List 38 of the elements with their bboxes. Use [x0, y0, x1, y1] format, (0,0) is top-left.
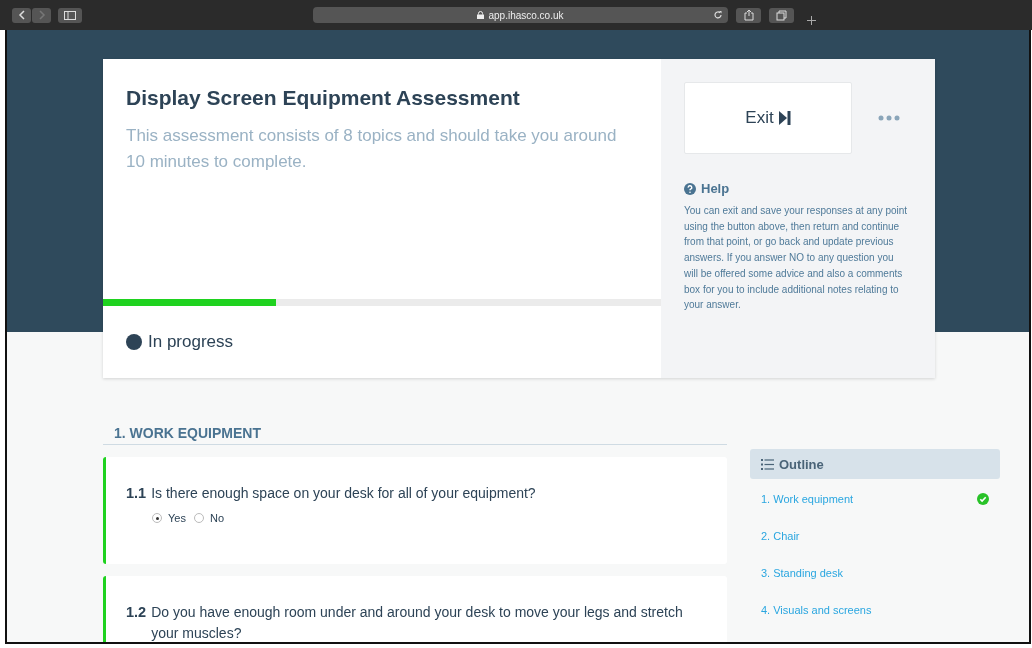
outline-link[interactable]: 4. Visuals and screens — [761, 604, 872, 616]
sidebar-button[interactable] — [58, 7, 82, 23]
share-icon — [743, 9, 754, 21]
back-button[interactable] — [12, 7, 31, 23]
option-label: Yes — [168, 512, 186, 524]
assessment-description: This assessment consists of 8 topics and should take you around 10 minutes to complete. — [126, 125, 618, 173]
help-text: You can exit and save your responses at any point using the button above, then return and continue from that point, or go back and update previous answers. If you answer NO to any question you will be offered some advice and also a comments box for you to include additional notes relating to your answer. — [684, 204, 908, 313]
chevron-left-icon — [17, 10, 26, 20]
reload-icon[interactable] — [713, 10, 723, 20]
option-label: No — [209, 512, 224, 524]
chevron-right-icon — [37, 10, 46, 20]
question-number: 1.2 — [126, 603, 147, 622]
skip-end-icon — [778, 111, 791, 125]
address-bar[interactable]: app.ihasco.co.uk — [313, 7, 728, 23]
radio-button[interactable] — [193, 513, 204, 523]
radio-button[interactable] — [152, 513, 162, 523]
outline-link[interactable]: 3. Standing desk — [761, 567, 843, 579]
list-icon — [761, 458, 774, 470]
sidebar-icon — [64, 10, 76, 20]
outline-link[interactable]: 1. Work equipment — [761, 493, 854, 505]
new-tab-icon[interactable] — [807, 15, 816, 25]
lock-icon — [477, 11, 485, 19]
section-heading: 1. WORK EQUIPMENT — [103, 425, 727, 445]
outline-title: Outline — [779, 456, 824, 472]
question-number: 1.1 — [126, 484, 147, 503]
help-icon — [684, 182, 696, 195]
exit-button[interactable]: Exit — [684, 82, 852, 154]
tabs-button[interactable] — [769, 7, 794, 23]
address-text: app.ihasco.co.uk — [488, 9, 564, 21]
outline-link[interactable]: 2. Chair — [761, 530, 800, 542]
help-title: Help — [701, 181, 730, 196]
status-text: In progress — [148, 332, 234, 352]
tabs-icon — [776, 9, 787, 21]
share-button[interactable] — [736, 7, 761, 23]
question-text: Is there enough space on your desk for all of your equipment? — [151, 484, 537, 503]
status-dot-icon — [126, 334, 142, 350]
question-text: Do you have enough room under and around your desk to move your legs and stretch your muscles? — [151, 603, 684, 642]
assessment-title: Display Screen Equipment Assessment — [126, 86, 521, 110]
